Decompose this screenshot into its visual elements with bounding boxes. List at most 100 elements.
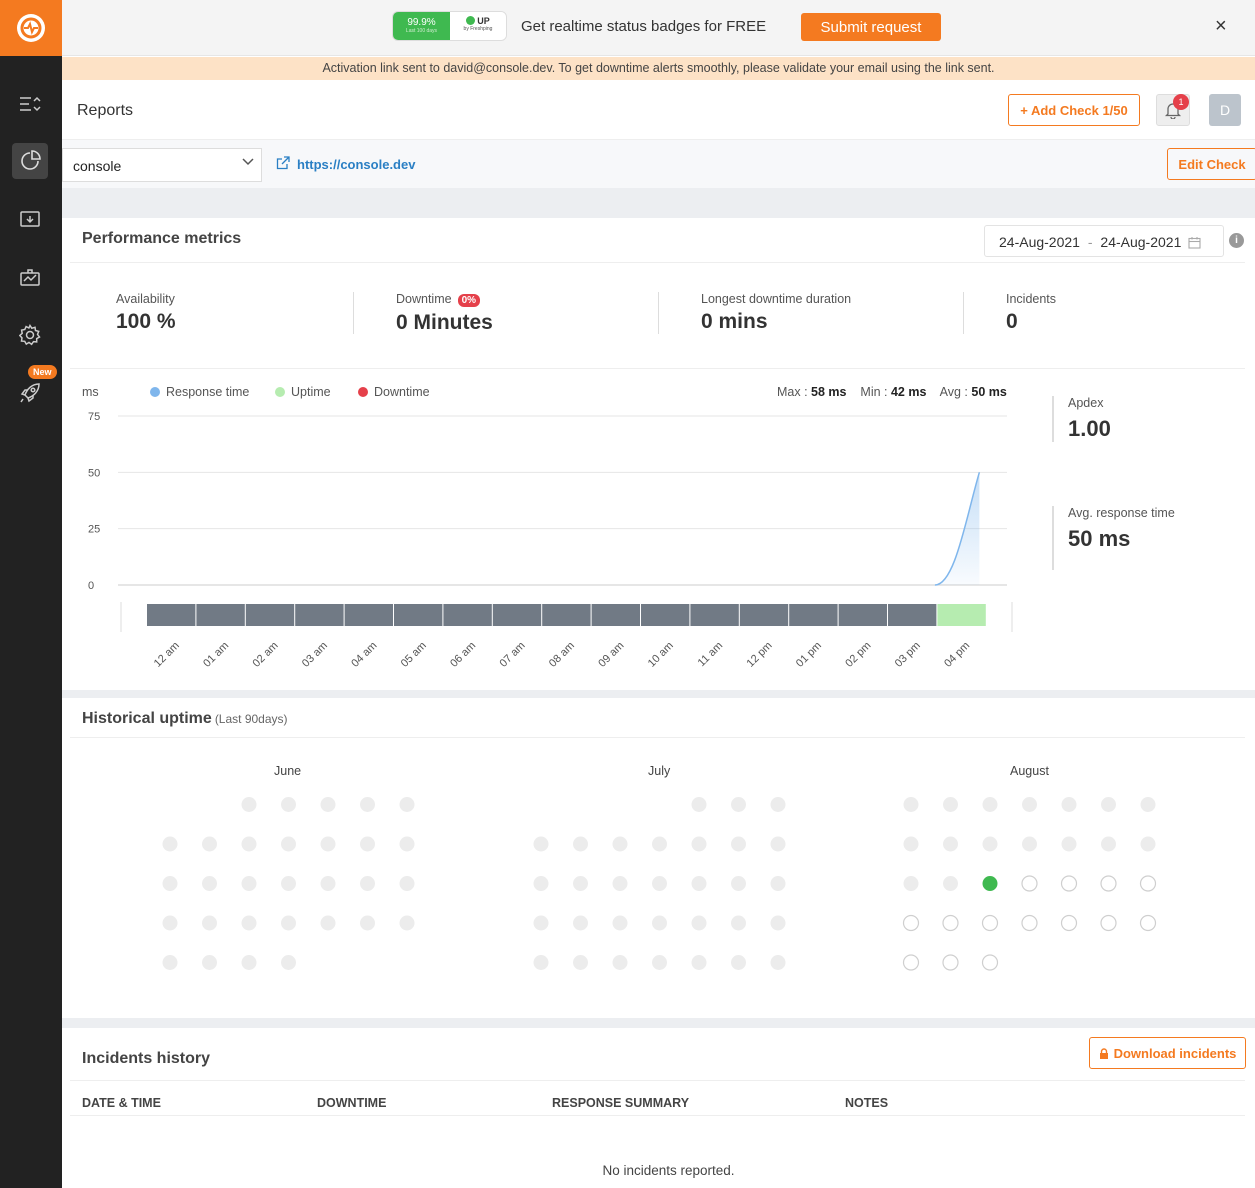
whats-new-icon[interactable] — [12, 375, 48, 411]
day-dot[interactable] — [691, 915, 707, 931]
day-dot[interactable] — [731, 797, 746, 812]
day-dot[interactable] — [573, 836, 588, 852]
legend-uptime[interactable]: Uptime — [275, 385, 331, 399]
day-dot-future[interactable] — [1100, 914, 1117, 932]
day-dot[interactable] — [652, 955, 667, 970]
day-dot-future[interactable] — [902, 954, 920, 971]
external-link-icon[interactable] — [276, 156, 290, 170]
day-dot[interactable] — [241, 955, 257, 970]
day-dot[interactable] — [982, 836, 998, 852]
day-dot[interactable] — [281, 836, 296, 852]
day-dot[interactable] — [533, 955, 549, 970]
day-dot-future[interactable] — [942, 914, 959, 932]
day-dot-future[interactable] — [981, 914, 999, 932]
status-bar-segment[interactable] — [838, 604, 887, 626]
day-dot-future[interactable] — [1139, 914, 1157, 932]
day-dot[interactable] — [1101, 797, 1116, 812]
status-bar-segment[interactable] — [147, 604, 196, 626]
day-dot[interactable] — [399, 876, 415, 891]
day-dot-future[interactable] — [1021, 914, 1038, 932]
check-select[interactable]: console — [62, 148, 262, 182]
status-bar-segment[interactable] — [443, 604, 492, 626]
day-dot[interactable] — [770, 797, 786, 812]
status-bar-segment[interactable] — [739, 604, 789, 626]
day-dot[interactable] — [612, 955, 628, 970]
legend-response-time[interactable]: Response time — [150, 385, 249, 399]
edit-check-button[interactable]: Edit Check — [1167, 148, 1255, 180]
avatar[interactable]: D — [1209, 94, 1241, 126]
day-dot[interactable] — [533, 876, 549, 891]
status-bar-segment[interactable] — [394, 604, 443, 626]
status-page-icon[interactable] — [12, 201, 48, 237]
date-range-picker[interactable]: 24-Aug-2021 - 24-Aug-2021 — [984, 225, 1224, 257]
settings-icon[interactable] — [12, 317, 48, 353]
day-dot[interactable] — [652, 876, 667, 891]
day-dot[interactable] — [691, 876, 707, 891]
day-dot-future[interactable] — [1060, 914, 1078, 932]
day-dot[interactable] — [399, 836, 415, 852]
day-dot[interactable] — [903, 836, 919, 852]
day-dot[interactable] — [202, 915, 217, 931]
day-dot[interactable] — [903, 876, 919, 891]
checks-list-icon[interactable] — [12, 86, 48, 122]
status-bar-segment[interactable] — [196, 604, 245, 626]
day-dot[interactable] — [202, 836, 217, 852]
status-bar-segment[interactable] — [591, 604, 640, 626]
day-dot[interactable] — [360, 876, 375, 891]
day-dot[interactable] — [612, 915, 628, 931]
day-dot[interactable] — [1022, 836, 1037, 852]
submit-request-button[interactable]: Submit request — [801, 13, 941, 41]
status-bar-segment[interactable] — [245, 604, 295, 626]
status-bar-segment[interactable] — [344, 604, 393, 626]
integrations-icon[interactable] — [12, 259, 48, 295]
day-dot[interactable] — [241, 876, 257, 891]
day-dot[interactable] — [1061, 836, 1077, 852]
day-dot[interactable] — [533, 915, 549, 931]
day-dot[interactable] — [982, 797, 998, 812]
day-dot[interactable] — [691, 955, 707, 970]
day-dot[interactable] — [320, 797, 336, 812]
day-dot[interactable] — [573, 876, 588, 891]
day-dot[interactable] — [943, 836, 958, 852]
day-dot[interactable] — [770, 836, 786, 852]
status-bar-segment[interactable] — [888, 604, 937, 626]
day-dot[interactable] — [320, 876, 336, 891]
day-dot[interactable] — [770, 955, 786, 970]
status-bar-segment[interactable] — [937, 604, 986, 626]
day-dot[interactable] — [612, 876, 628, 891]
day-dot[interactable] — [903, 797, 919, 812]
day-dot-future[interactable] — [1060, 875, 1078, 892]
day-dot[interactable] — [573, 955, 588, 970]
day-dot-future[interactable] — [942, 954, 959, 971]
day-dot-future[interactable] — [1021, 875, 1038, 892]
day-dot[interactable] — [162, 955, 178, 970]
reports-icon[interactable] — [12, 143, 48, 179]
chevron-down-icon[interactable] — [242, 158, 254, 166]
day-dot[interactable] — [281, 915, 296, 931]
day-dot[interactable] — [241, 797, 257, 812]
freshping-logo[interactable] — [0, 0, 62, 56]
day-dot[interactable] — [770, 876, 786, 891]
day-dot[interactable] — [1101, 836, 1116, 852]
day-dot[interactable] — [202, 876, 217, 891]
day-dot[interactable] — [202, 955, 217, 970]
day-dot[interactable] — [691, 797, 707, 812]
day-dot[interactable] — [281, 876, 296, 891]
status-bar-segment[interactable] — [641, 604, 690, 626]
info-icon[interactable]: i — [1229, 233, 1244, 248]
day-dot[interactable] — [320, 915, 336, 931]
status-bar-segment[interactable] — [789, 604, 838, 626]
day-dot[interactable] — [533, 836, 549, 852]
day-dot-future[interactable] — [981, 954, 999, 971]
day-dot[interactable] — [162, 836, 178, 852]
day-dot[interactable] — [691, 836, 707, 852]
day-dot[interactable] — [281, 797, 296, 812]
day-dot[interactable] — [731, 836, 746, 852]
day-dot-future[interactable] — [1139, 875, 1157, 892]
day-dot[interactable] — [281, 955, 296, 970]
day-dot[interactable] — [1061, 797, 1077, 812]
day-dot[interactable] — [399, 797, 415, 812]
status-bar-segment[interactable] — [492, 604, 542, 626]
day-dot[interactable] — [731, 955, 746, 970]
day-dot[interactable] — [162, 915, 178, 931]
